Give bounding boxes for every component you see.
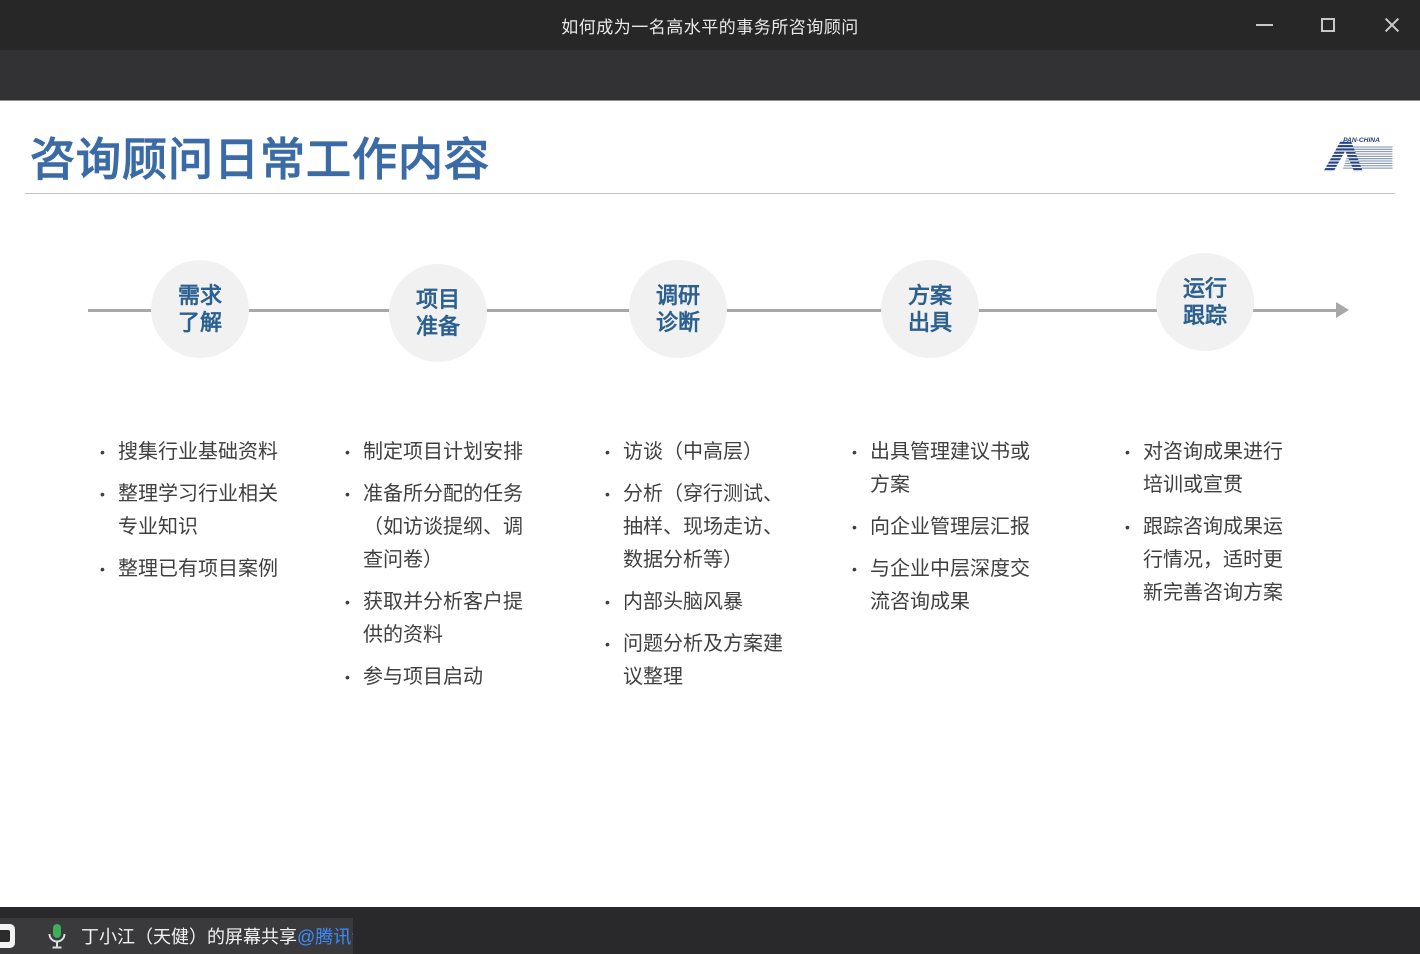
step-label: 调研 xyxy=(656,282,700,309)
statusbar: 丁小江（天健）的屏幕共享 @腾讯会议 xyxy=(0,907,1420,954)
step-label: 需求 xyxy=(178,282,222,309)
screen-share-banner: 丁小江（天健）的屏幕共享 @腾讯会议 xyxy=(0,918,353,954)
list-item: 整理学习行业相关专业知识 xyxy=(98,478,290,544)
list-item: 搜集行业基础资料 xyxy=(98,436,290,469)
step-circle-1: 需求 了解 xyxy=(151,260,249,358)
list-item: 参与项目启动 xyxy=(343,661,535,694)
step-label: 了解 xyxy=(178,309,222,336)
window-title: 如何成为一名高水平的事务所咨询顾问 xyxy=(561,13,859,38)
title-divider xyxy=(25,193,1395,194)
list-item: 整理已有项目案例 xyxy=(98,553,290,586)
flow-arrow-icon xyxy=(1336,302,1349,318)
window-controls xyxy=(1252,0,1404,50)
microphone-icon[interactable] xyxy=(47,923,67,950)
maximize-icon xyxy=(1321,18,1335,32)
step-label: 方案 xyxy=(908,282,952,309)
shared-slide: 咨询顾问日常工作内容 PAN-CHINA xyxy=(0,101,1420,907)
bullet-column-1: 搜集行业基础资料 整理学习行业相关专业知识 整理已有项目案例 xyxy=(98,436,290,595)
step-label: 准备 xyxy=(416,313,460,340)
tencent-meeting-link[interactable]: @腾讯会议 xyxy=(297,923,353,949)
bullet-column-5: 对咨询成果进行培训或宣贯 跟踪咨询成果运行情况，适时更新完善咨询方案 xyxy=(1123,436,1301,619)
maximize-button[interactable] xyxy=(1316,13,1340,37)
list-item: 内部头脑风暴 xyxy=(603,586,795,619)
list-item: 准备所分配的任务（如访谈提纲、调查问卷） xyxy=(343,478,535,577)
list-item: 制定项目计划安排 xyxy=(343,436,535,469)
list-item: 跟踪咨询成果运行情况，适时更新完善咨询方案 xyxy=(1123,511,1301,610)
slide-title: 咨询顾问日常工作内容 xyxy=(30,123,490,188)
window-titlebar: 如何成为一名高水平的事务所咨询顾问 xyxy=(0,0,1420,50)
close-icon xyxy=(1383,16,1401,34)
list-item: 出具管理建议书或方案 xyxy=(850,436,1042,502)
pan-china-logo: PAN-CHINA xyxy=(1322,135,1394,173)
step-label: 诊断 xyxy=(656,309,700,336)
close-button[interactable] xyxy=(1380,13,1404,37)
step-circle-3: 调研 诊断 xyxy=(629,260,727,358)
list-item: 向企业管理层汇报 xyxy=(850,511,1042,544)
step-label: 跟踪 xyxy=(1183,302,1227,329)
step-label: 运行 xyxy=(1183,275,1227,302)
step-label: 项目 xyxy=(416,286,460,313)
logo-wordmark: PAN-CHINA xyxy=(1343,137,1380,144)
list-item: 访谈（中高层） xyxy=(603,436,795,469)
minimize-icon xyxy=(1256,24,1273,26)
toolbar-strip xyxy=(0,50,1420,101)
bullet-column-4: 出具管理建议书或方案 向企业管理层汇报 与企业中层深度交流咨询成果 xyxy=(850,436,1042,628)
bullet-column-3: 访谈（中高层） 分析（穿行测试、抽样、现场走访、数据分析等） 内部头脑风暴 问题… xyxy=(603,436,795,703)
minimize-button[interactable] xyxy=(1252,13,1276,37)
step-circle-2: 项目 准备 xyxy=(389,264,487,362)
bullet-column-2: 制定项目计划安排 准备所分配的任务（如访谈提纲、调查问卷） 获取并分析客户提供的… xyxy=(343,436,535,703)
app-window: 如何成为一名高水平的事务所咨询顾问 咨询顾问日常工作内容 xyxy=(0,0,1420,954)
step-label: 出具 xyxy=(908,309,952,336)
step-circle-5: 运行 跟踪 xyxy=(1156,253,1254,351)
list-item: 获取并分析客户提供的资料 xyxy=(343,586,535,652)
list-item: 对咨询成果进行培训或宣贯 xyxy=(1123,436,1301,502)
list-item: 问题分析及方案建议整理 xyxy=(603,628,795,694)
share-presenter-text: 丁小江（天健）的屏幕共享 xyxy=(81,923,297,949)
list-item: 分析（穿行测试、抽样、现场走访、数据分析等） xyxy=(603,478,795,577)
list-item: 与企业中层深度交流咨询成果 xyxy=(850,553,1042,619)
step-circle-4: 方案 出具 xyxy=(881,260,979,358)
screen-share-icon xyxy=(0,924,15,948)
